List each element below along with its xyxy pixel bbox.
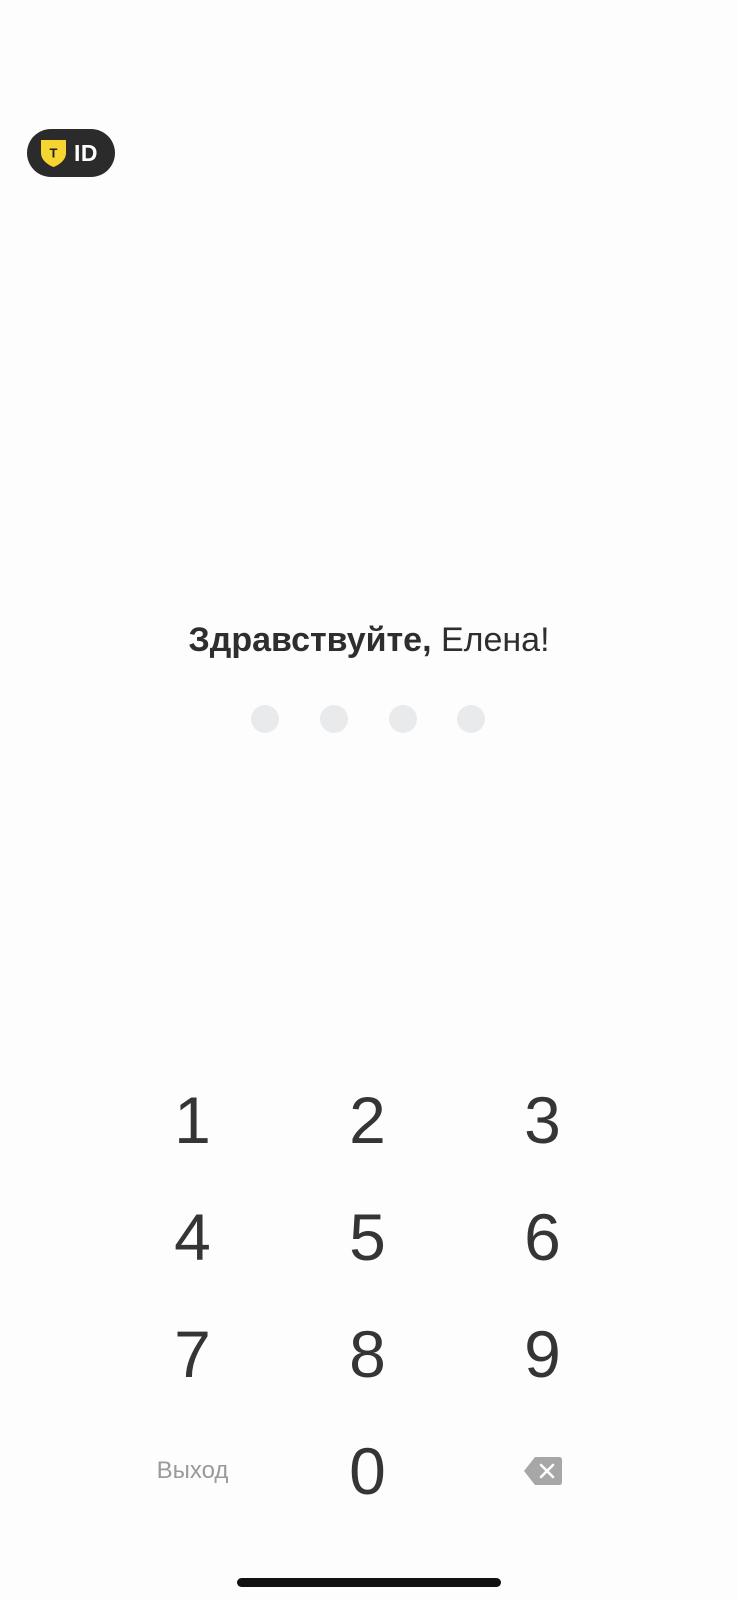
pin-dot [251,705,279,733]
key-7[interactable]: 7 [105,1295,280,1412]
backspace-icon [523,1456,562,1485]
key-1[interactable]: 1 [105,1061,280,1178]
greeting-title: Здравствуйте, Елена! [0,618,738,662]
pin-dot [320,705,348,733]
exit-button[interactable]: Выход [105,1412,280,1529]
t-id-label: ID [74,139,98,166]
home-indicator[interactable] [237,1578,501,1587]
pin-dot [389,705,417,733]
numeric-keypad: 1 2 3 4 5 6 7 8 9 Выход 0 [105,1061,633,1529]
key-2[interactable]: 2 [280,1061,455,1178]
key-9[interactable]: 9 [455,1295,630,1412]
key-8[interactable]: 8 [280,1295,455,1412]
greeting-hello: Здравствуйте, [188,621,432,659]
key-5[interactable]: 5 [280,1178,455,1295]
shield-t-icon: T [41,139,66,167]
svg-text:T: T [50,145,58,160]
pin-dot [457,705,485,733]
pin-login-screen: T ID Здравствуйте, Елена! 1 2 3 4 5 6 7 … [0,0,738,1600]
pin-indicator [0,705,738,733]
key-4[interactable]: 4 [105,1178,280,1295]
t-id-badge: T ID [27,129,115,177]
backspace-button[interactable] [455,1412,630,1529]
key-0[interactable]: 0 [280,1412,455,1529]
key-6[interactable]: 6 [455,1178,630,1295]
greeting-name: Елена! [440,621,550,659]
key-3[interactable]: 3 [455,1061,630,1178]
